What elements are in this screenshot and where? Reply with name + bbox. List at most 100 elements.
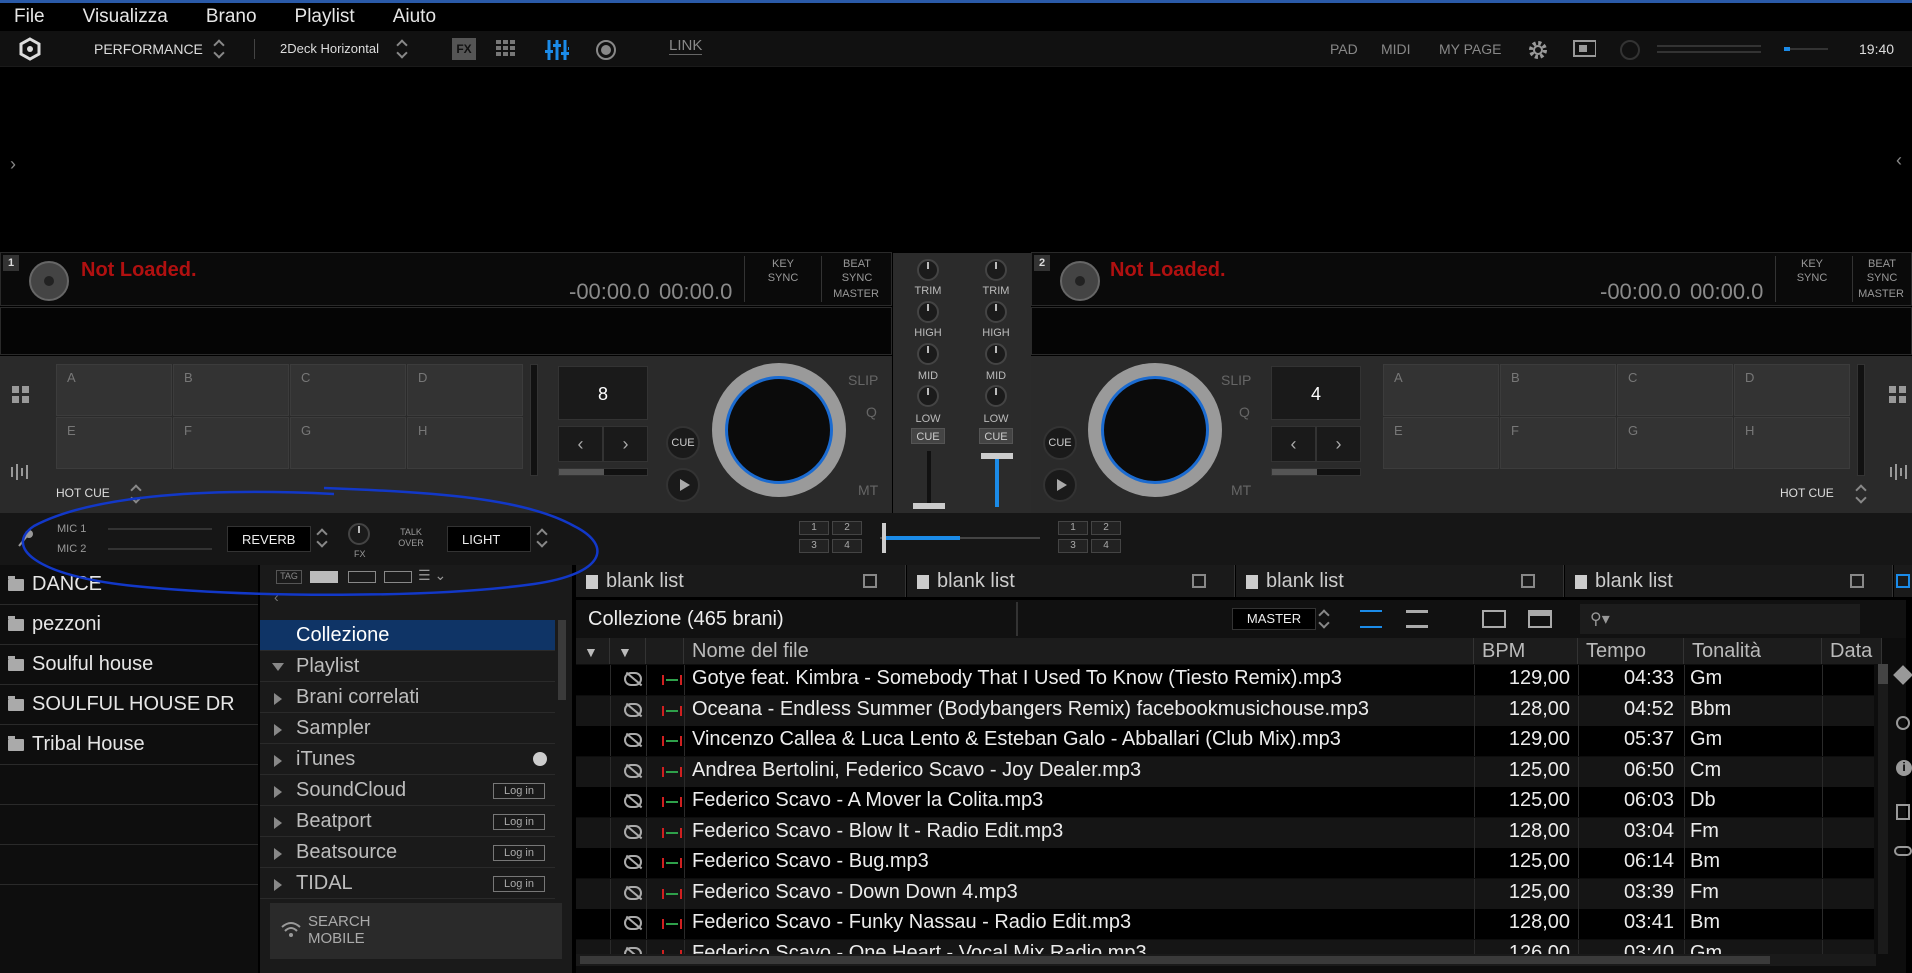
folder-item[interactable]: Tribal House (0, 725, 258, 765)
table-row[interactable]: Andrea Bertolini, Federico Scavo - Joy D… (576, 756, 1874, 787)
cloud-off-icon[interactable] (624, 916, 642, 930)
list-menu-icon[interactable] (1521, 574, 1535, 588)
light-updown-icon[interactable] (536, 528, 548, 548)
deck1-pad-e[interactable]: E (56, 417, 172, 469)
gear-icon[interactable] (1526, 38, 1550, 60)
artwork-view-icon[interactable] (1482, 610, 1506, 628)
deck1-master-tempo[interactable]: MT (858, 482, 878, 498)
deck1-pad-scrollbar[interactable] (530, 364, 538, 476)
list-menu-icon[interactable] (1850, 574, 1864, 588)
list-view-icon[interactable] (1360, 610, 1382, 628)
ch1-low-knob[interactable] (917, 385, 939, 407)
assign-right-1[interactable]: 1 (1058, 521, 1088, 535)
cloud-off-icon[interactable] (624, 824, 642, 839)
deck1-waveform[interactable] (0, 307, 892, 355)
search-mobile-button[interactable]: SEARCH MOBILE (270, 903, 562, 959)
crossfader-handle[interactable] (882, 523, 886, 553)
expand-right-icon[interactable] (274, 786, 282, 798)
ch2-cue-button[interactable]: CUE (979, 428, 1013, 444)
volume-bar[interactable] (1784, 47, 1828, 51)
filter-column-2[interactable]: ▼ (610, 638, 646, 664)
tree-item-sampler[interactable]: Sampler (260, 713, 555, 744)
assign-left-4[interactable]: 4 (832, 539, 862, 553)
grid-icon[interactable] (495, 38, 519, 60)
ch2-high-knob[interactable] (985, 301, 1007, 323)
deck2-pad-mode[interactable]: HOT CUE (1780, 486, 1834, 500)
mypage-button[interactable]: MY PAGE (1439, 41, 1502, 57)
expand-right-icon[interactable] (274, 817, 282, 829)
cloud-off-icon[interactable] (624, 672, 642, 686)
share-icon[interactable] (1896, 716, 1910, 730)
tag-button[interactable]: TAG (276, 570, 302, 584)
deck2-waveform[interactable] (1031, 307, 1912, 355)
deck2-pad-c[interactable]: C (1617, 364, 1733, 416)
mode-select[interactable]: PERFORMANCE (94, 41, 203, 57)
pad-grid-icon[interactable] (12, 386, 30, 404)
blank-list-tab-2[interactable]: blank list (907, 565, 1235, 597)
menu-brano[interactable]: Brano (206, 6, 257, 28)
deck2-beat-prev-button[interactable]: ‹ (1271, 426, 1316, 462)
browser-view-icon[interactable] (1528, 610, 1552, 628)
table-row[interactable]: Federico Scavo - A Mover la Colita.mp3 12… (576, 787, 1874, 817)
fx-icon[interactable]: FX (452, 38, 476, 60)
deck1-jog-wheel[interactable] (712, 363, 846, 497)
column-bpm[interactable]: BPM (1474, 638, 1578, 664)
table-row[interactable]: Oceana - Endless Summer (Bodybangers Rem… (576, 695, 1874, 726)
folder-item[interactable]: DANCE (0, 565, 258, 605)
cloud-off-icon[interactable] (624, 733, 642, 747)
menu-visualizza[interactable]: Visualizza (83, 6, 168, 28)
soundcloud-login-button[interactable]: Log in (493, 783, 545, 799)
sync-icon[interactable] (533, 752, 547, 766)
layout-select[interactable]: 2Deck Horizontal (280, 41, 379, 56)
table-row[interactable]: Gotye feat. Kimbra - Somebody That I Use… (576, 665, 1874, 695)
ch1-fader[interactable] (913, 503, 945, 509)
waveform-mode-icon[interactable] (1889, 463, 1911, 481)
expand-right-icon[interactable] (274, 879, 282, 891)
tree-item-playlist[interactable]: Playlist (260, 651, 555, 682)
deck1-master[interactable]: MASTER (827, 287, 885, 301)
assign-left-1[interactable]: 1 (799, 521, 829, 535)
deck2-master[interactable]: MASTER (1852, 287, 1910, 301)
assign-left-3[interactable]: 3 (799, 539, 829, 553)
tag-list-icon[interactable]: ☰ ⌄ (418, 567, 446, 584)
deck2-pad-e[interactable]: E (1383, 417, 1499, 469)
deck1-pad-mode[interactable]: HOT CUE (56, 486, 110, 500)
deck2-cue-button[interactable]: CUE (1043, 426, 1077, 460)
deck2-key-sync[interactable]: KEY SYNC (1790, 257, 1834, 285)
expand-right-icon[interactable] (274, 724, 282, 736)
assign-right-2[interactable]: 2 (1091, 521, 1121, 535)
blank-list-tab-4[interactable]: blank list (1565, 565, 1893, 597)
right-panel-toggle-icon[interactable]: ‹ (1896, 150, 1902, 171)
blank-list-tab-1[interactable]: blank list (576, 565, 906, 597)
fx-knob[interactable] (348, 523, 370, 545)
deck2-pad-b[interactable]: B (1500, 364, 1616, 416)
table-hscrollbar[interactable] (576, 954, 1876, 966)
ch2-trim-knob[interactable] (985, 259, 1007, 281)
folder-item[interactable]: SOULFUL HOUSE DR (0, 685, 258, 725)
filter-column[interactable]: ▼ (576, 638, 610, 664)
deck2-beat-sync[interactable]: BEAT SYNC (1858, 257, 1906, 285)
tree-item-beatport[interactable]: Beatport Log in (260, 806, 555, 837)
assign-left-2[interactable]: 2 (832, 521, 862, 535)
cloud-off-icon[interactable] (624, 855, 642, 869)
column-filename[interactable]: Nome del file (684, 638, 1474, 664)
master-select[interactable]: MASTER (1232, 608, 1316, 630)
ch1-cue-button[interactable]: CUE (911, 428, 945, 444)
assign-right-3[interactable]: 3 (1058, 539, 1088, 553)
ch2-low-knob[interactable] (985, 385, 1007, 407)
deck1-play-button[interactable] (666, 468, 700, 502)
right-pane-tab[interactable] (1894, 565, 1912, 597)
expand-right-icon[interactable] (274, 755, 282, 767)
table-row[interactable]: Federico Scavo - Bug.mp3 125,00 06:14 Bm (576, 848, 1874, 878)
column-tempo[interactable]: Tempo (1578, 638, 1684, 664)
cloud-off-icon[interactable] (624, 702, 642, 717)
deck2-pad-h[interactable]: H (1734, 417, 1850, 469)
mixer-icon[interactable] (545, 38, 569, 60)
pad-grid-icon[interactable] (1889, 386, 1907, 404)
deck2-beat-jump-value[interactable]: 4 (1271, 366, 1361, 420)
deck1-pad-h[interactable]: H (407, 417, 523, 469)
left-panel-toggle-icon[interactable]: › (10, 154, 16, 175)
deck1-pad-mode-updown-icon[interactable] (130, 484, 142, 504)
table-row[interactable]: Federico Scavo - Down Down 4.mp3 125,00 03… (576, 878, 1874, 909)
ch2-mid-knob[interactable] (985, 343, 1007, 365)
